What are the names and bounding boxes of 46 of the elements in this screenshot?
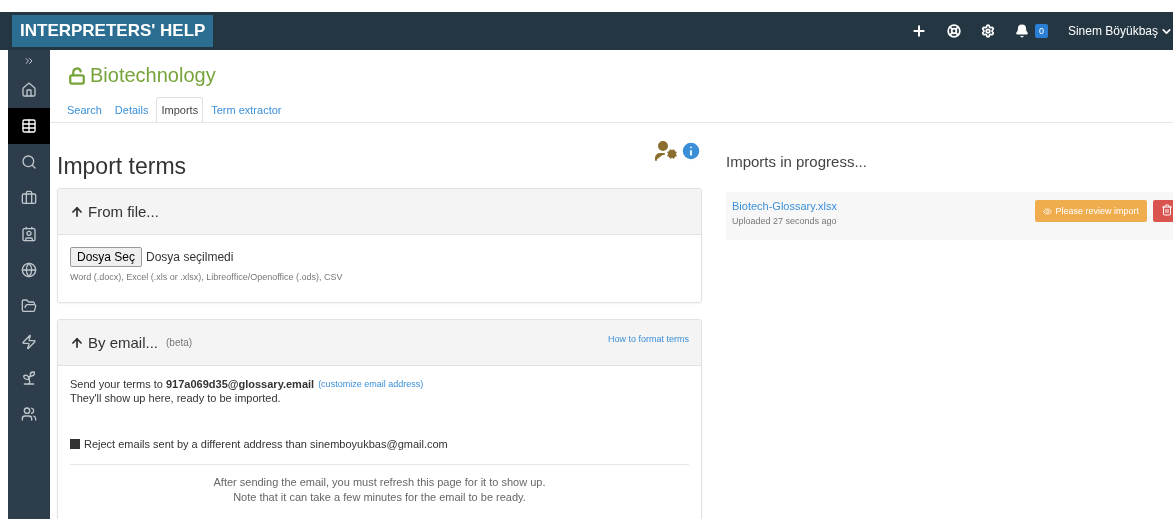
refresh-note: Note that it can take a few minutes for the email to be ready. — [232, 490, 527, 505]
bell-icon[interactable] — [1014, 24, 1029, 38]
panel-title: By email... — [88, 334, 159, 351]
double-chevron-icon — [23, 55, 35, 67]
globe-icon — [21, 262, 37, 278]
imports-heading: Imports in progress... — [726, 153, 868, 170]
notification-count: 0 — [1034, 24, 1048, 38]
lightning-icon — [21, 334, 37, 350]
settings-icon[interactable] — [980, 24, 995, 38]
customize-email-link[interactable]: (customize email address) — [318, 379, 424, 389]
table-icon — [21, 118, 37, 134]
delete-button[interactable] — [1153, 200, 1173, 222]
glossary-title: Biotechnology — [90, 64, 216, 87]
panel-title: From file... — [88, 203, 159, 220]
help-link[interactable]: How to format terms — [607, 334, 689, 344]
trash-icon — [1161, 204, 1173, 216]
contact-card-icon — [21, 226, 37, 242]
user-menu[interactable]: Sinem Böyükbaş — [1067, 24, 1173, 38]
arrow-up-icon — [70, 204, 84, 219]
briefcase-icon — [21, 190, 37, 206]
users-icon — [21, 406, 37, 422]
table-nav-button[interactable] — [8, 108, 50, 144]
tab[interactable]: Imports — [156, 97, 204, 122]
beta-label: (beta) — [166, 337, 193, 348]
refresh-note: After sending the email, you must refresh this page for it to show up. — [212, 475, 547, 490]
app-brand[interactable]: INTERPRETERS' HELP — [12, 15, 214, 47]
info-icon[interactable] — [680, 140, 702, 162]
sprout-icon — [21, 370, 37, 386]
section-heading: Import terms — [57, 153, 187, 180]
send-instructions: Send your terms to 917a069d35@glossary.email — [70, 378, 315, 390]
review-import-button[interactable]: Please review import — [1035, 200, 1147, 222]
folder-icon — [21, 298, 37, 314]
unlocked-padlock-icon — [68, 66, 86, 85]
plus-icon[interactable] — [910, 23, 927, 39]
file-status: Dosya seçilmedi — [146, 250, 234, 264]
eye-icon — [1043, 206, 1053, 216]
upload-time: Uploaded 27 seconds ago — [732, 216, 837, 226]
email-note: They'll show up here, ready to be imported. — [70, 392, 282, 404]
supported-formats: Word (.docx), Excel (.xls or .xlsx), Libreoffice/Openoffice (.ods), CSV — [70, 272, 344, 282]
file-link[interactable]: Biotech-Glossary.xlsx — [732, 200, 837, 212]
home-icon — [21, 82, 37, 98]
choose-file-button[interactable]: Dosya Seç — [70, 247, 143, 267]
reject-checkbox[interactable] — [70, 439, 80, 449]
search-icon — [21, 154, 37, 170]
checkbox-label: Reject emails sent by a different address than sinemboyukbas@gmail.com — [84, 438, 448, 450]
lifebuoy-icon[interactable] — [946, 24, 961, 38]
